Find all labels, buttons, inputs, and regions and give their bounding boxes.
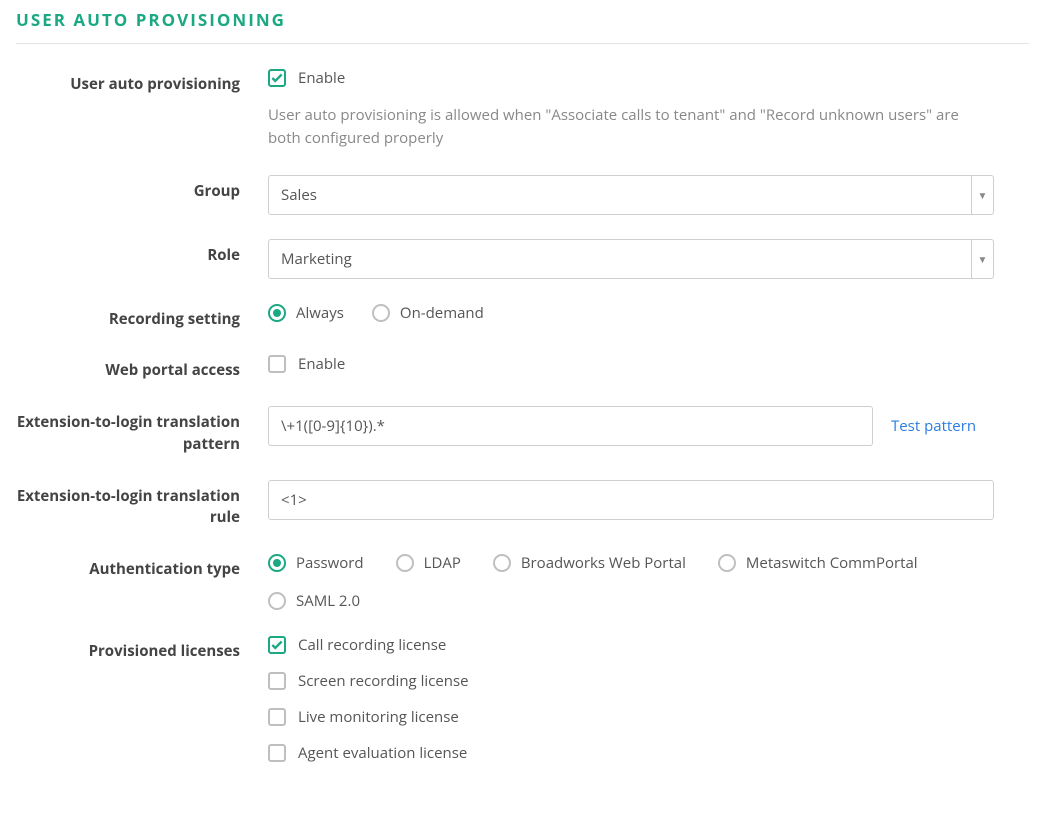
label-recording-setting: Recording setting [16,303,268,331]
role-select[interactable]: Marketing ▼ [268,239,994,279]
radio-label: SAML 2.0 [296,591,360,611]
recording-on-demand-radio[interactable]: On-demand [372,303,484,323]
recording-always-radio[interactable]: Always [268,303,344,323]
checkbox-label: Enable [298,68,345,88]
radio-icon [268,592,286,610]
radio-icon [268,304,286,322]
chevron-down-icon: ▼ [971,240,993,278]
radio-icon [718,554,736,572]
license-call-recording-checkbox[interactable]: Call recording license [268,635,469,655]
ext-rule-input[interactable] [268,480,994,520]
license-agent-evaluation-checkbox[interactable]: Agent evaluation license [268,743,469,763]
radio-label: Broadworks Web Portal [521,553,686,573]
enable-web-portal-access-checkbox[interactable]: Enable [268,354,345,374]
label-provisioned-licenses: Provisioned licenses [16,635,268,663]
checkbox-icon [268,672,286,690]
license-screen-recording-checkbox[interactable]: Screen recording license [268,671,469,691]
checkbox-icon [268,708,286,726]
radio-label: On-demand [400,303,484,323]
label-ext-rule: Extension-to-login translation rule [16,480,268,530]
checkbox-label: Call recording license [298,635,446,655]
ext-pattern-input[interactable] [268,406,873,446]
checkbox-icon [268,744,286,762]
enable-user-auto-provisioning-checkbox[interactable]: Enable [268,68,345,88]
radio-icon [372,304,390,322]
license-live-monitoring-checkbox[interactable]: Live monitoring license [268,707,469,727]
label-web-portal-access: Web portal access [16,354,268,382]
auth-broadworks-radio[interactable]: Broadworks Web Portal [493,553,686,573]
auth-ldap-radio[interactable]: LDAP [396,553,461,573]
auth-saml-radio[interactable]: SAML 2.0 [268,591,408,611]
radio-icon [493,554,511,572]
radio-label: Always [296,303,344,323]
radio-icon [268,554,286,572]
test-pattern-link[interactable]: Test pattern [891,416,976,436]
radio-label: Password [296,553,364,573]
checkbox-label: Screen recording license [298,671,469,691]
auth-password-radio[interactable]: Password [268,553,364,573]
section-title: USER AUTO PROVISIONING [16,4,1029,44]
select-value: Marketing [281,249,352,269]
radio-label: Metaswitch CommPortal [746,553,918,573]
chevron-down-icon: ▼ [971,176,993,214]
label-auth-type: Authentication type [16,553,268,581]
checkbox-label: Agent evaluation license [298,743,467,763]
help-text: User auto provisioning is allowed when "… [268,104,988,151]
select-value: Sales [281,185,317,205]
label-ext-pattern: Extension-to-login translation pattern [16,406,268,456]
radio-label: LDAP [424,553,461,573]
label-user-auto-provisioning: User auto provisioning [16,68,268,96]
label-group: Group [16,175,268,203]
auth-metaswitch-radio[interactable]: Metaswitch CommPortal [718,553,918,573]
group-select[interactable]: Sales ▼ [268,175,994,215]
radio-icon [396,554,414,572]
label-role: Role [16,239,268,267]
checkbox-icon [268,355,286,373]
checkbox-icon [268,69,286,87]
checkbox-label: Live monitoring license [298,707,459,727]
checkbox-label: Enable [298,354,345,374]
checkbox-icon [268,636,286,654]
